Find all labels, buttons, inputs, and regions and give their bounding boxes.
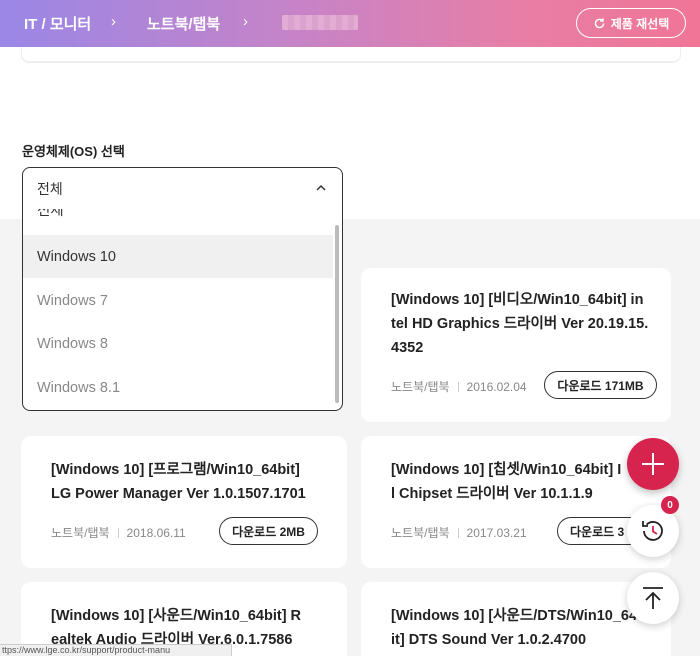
main-content: 운영체제(OS) 선택 [Windows 10] [비디오/Win10_64bi… [0, 47, 700, 656]
chevron-right-icon: › [111, 13, 116, 30]
os-option[interactable]: Windows 8 [23, 322, 333, 365]
history-icon [642, 521, 663, 541]
os-dropdown-list: 전체 Windows 10 Windows 7 Windows 8 Window… [22, 209, 343, 411]
card-title: [Windows 10] [프로그램/Win10_64bit] LG Power… [51, 462, 306, 502]
card-meta: 노트북/탭북 2017.03.21 [391, 524, 527, 541]
download-card[interactable]: [Windows 10] [프로그램/Win10_64bit] LG Power… [21, 436, 347, 568]
card-category: 노트북/탭북 [51, 526, 110, 540]
os-select-label: 운영체제(OS) 선택 [22, 144, 125, 159]
download-card[interactable]: [Windows 10] [비디오/Win10_64bit] in tel HD… [361, 268, 671, 422]
card-date: 2016.02.04 [466, 379, 527, 394]
download-card[interactable]: [Windows 10] [사운드/DTS/Win10_64 it] DTS S… [361, 582, 671, 656]
scroll-top-button[interactable] [627, 572, 679, 624]
os-option[interactable]: 전체 [23, 209, 333, 223]
breadcrumb-product-blurred [282, 15, 358, 30]
add-button[interactable] [627, 438, 679, 490]
card-meta: 노트북/탭북 2016.02.04 [391, 378, 527, 395]
history-count-badge: 0 [661, 496, 679, 514]
download-button[interactable]: 다운로드 2MB [219, 517, 318, 545]
chevron-up-icon [316, 184, 326, 191]
os-select-value: 전체 [37, 181, 63, 197]
reselect-label: 제품 재선택 [610, 16, 670, 31]
card-meta: 노트북/탭북 2018.06.11 [51, 524, 186, 541]
card-category: 노트북/탭북 [391, 380, 450, 394]
os-select[interactable]: 전체 [22, 167, 343, 210]
refresh-icon [594, 17, 605, 28]
card-title: [Windows 10] [칩셋/Win10_64bit] I l Chipse… [391, 462, 622, 502]
header-bar: IT / 모니터 › 노트북/탭북 › 제품 재선택 [0, 0, 700, 47]
card-title: [Windows 10] [사운드/DTS/Win10_64 it] DTS S… [391, 608, 638, 648]
status-bar-url: ttps://www.lge.co.kr/support/product-man… [0, 644, 232, 656]
chevron-right-icon: › [243, 13, 248, 30]
os-option[interactable]: Windows 10 [23, 235, 333, 278]
card-title: [Windows 10] [비디오/Win10_64bit] in tel HD… [391, 292, 649, 356]
download-card[interactable]: [Windows 10] [칩셋/Win10_64bit] I l Chipse… [361, 436, 671, 568]
os-option[interactable]: Windows 8.1 [23, 366, 333, 409]
reselect-product-button[interactable]: 제품 재선택 [576, 8, 686, 38]
breadcrumb-it-monitor[interactable]: IT / 모니터 [24, 13, 91, 34]
plus-icon [642, 453, 664, 475]
os-option[interactable]: Windows 7 [23, 279, 333, 322]
card-category: 노트북/탭북 [391, 526, 450, 540]
breadcrumb-notebook[interactable]: 노트북/탭북 [147, 13, 220, 34]
card-date: 2017.03.21 [466, 525, 527, 540]
dropdown-scrollbar[interactable] [335, 225, 339, 403]
card-date: 2018.06.11 [126, 525, 186, 540]
download-button[interactable]: 다운로드 171MB [544, 371, 657, 399]
panel-strip [21, 47, 681, 63]
arrow-up-icon [643, 587, 663, 609]
